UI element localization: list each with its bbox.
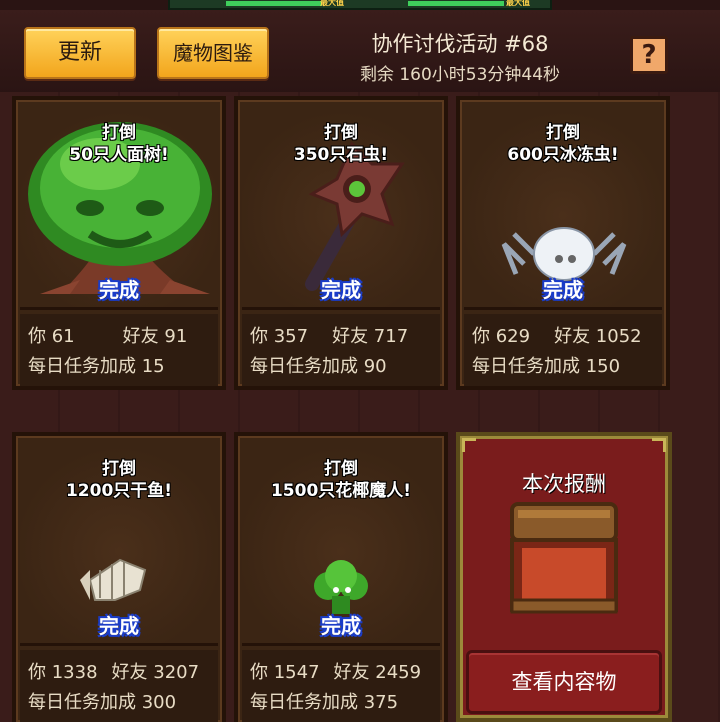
- view-contents-button[interactable]: 查看内容物: [466, 650, 662, 714]
- status-complete: 完成: [99, 614, 139, 638]
- card-stats: 你 1547 好友 2459 每日任务加成 375: [242, 650, 440, 722]
- task-text: 打倒 1200只干鱼!: [16, 458, 222, 502]
- frame-corner: [652, 438, 666, 452]
- your-kills: 你 357: [250, 326, 309, 347]
- treasure-chest-icon: [510, 502, 618, 614]
- status-complete: 完成: [321, 278, 361, 302]
- task-card[interactable]: 打倒 1200只干鱼! 完成 你 1338 好友 3207 每日任务加成 300: [12, 432, 226, 722]
- max-label-right: 最大值: [506, 0, 530, 7]
- task-card[interactable]: 打倒 1500只花椰魔人! 完成 你 1547 好友 2459 每日任务加成 375: [234, 432, 448, 722]
- task-verb: 打倒: [102, 123, 136, 143]
- your-kills: 你 1547: [250, 662, 320, 683]
- task-card[interactable]: 打倒 600只冰冻虫! 完成 你 629 好友 1052 每日任务加成 150: [456, 96, 670, 390]
- event-timer: 剩余 160小时53分钟44秒: [359, 65, 561, 85]
- task-verb: 打倒: [324, 123, 358, 143]
- friend-kills: 好友 2459: [333, 662, 422, 683]
- max-label-left: 最大值: [320, 0, 344, 7]
- task-verb: 打倒: [324, 459, 358, 479]
- task-target: 1200只干鱼!: [65, 481, 173, 501]
- event-title: 协作讨伐活动 #68: [371, 32, 549, 56]
- task-text: 打倒 350只石虫!: [238, 122, 444, 166]
- friend-kills: 好友 91: [122, 326, 188, 347]
- friend-kills: 好友 3207: [111, 662, 200, 683]
- progress-bar-right: [408, 1, 504, 6]
- status-complete: 完成: [99, 278, 139, 302]
- bestiary-button[interactable]: 魔物图鉴: [157, 27, 269, 79]
- task-verb: 打倒: [546, 123, 580, 143]
- reward-panel: 本次报酬 查看内容物: [456, 432, 672, 722]
- friend-kills: 好友 1052: [554, 326, 642, 347]
- question-icon[interactable]: ?: [630, 36, 668, 74]
- header-bar: 更新 魔物图鉴 协作讨伐活动 #68 剩余 160小时53分钟44秒 ?: [0, 10, 720, 94]
- your-kills: 你 61: [28, 326, 75, 347]
- card-stats: 你 357 好友 717 每日任务加成 90: [242, 314, 440, 386]
- your-kills: 你 1338: [28, 662, 98, 683]
- status-complete: 完成: [543, 278, 583, 302]
- card-stats: 你 1338 好友 3207 每日任务加成 300: [20, 650, 218, 722]
- task-verb: 打倒: [102, 459, 136, 479]
- task-card[interactable]: 打倒 350只石虫! 完成 你 357 好友 717 每日任务加成 90: [234, 96, 448, 390]
- frame-corner: [462, 438, 476, 452]
- status-complete: 完成: [321, 614, 361, 638]
- top-progress-strip: 最大值 最大值: [168, 0, 552, 10]
- refresh-button[interactable]: 更新: [24, 27, 136, 79]
- daily-bonus: 每日任务加成 90: [250, 356, 387, 377]
- progress-bar-left: [226, 1, 322, 6]
- task-target: 350只石虫!: [293, 145, 389, 165]
- friend-kills: 好友 717: [332, 326, 409, 347]
- task-text: 打倒 600只冰冻虫!: [460, 122, 666, 166]
- card-stats: 你 629 好友 1052 每日任务加成 150: [464, 314, 662, 386]
- daily-bonus: 每日任务加成 375: [250, 692, 399, 713]
- task-target: 1500只花椰魔人!: [270, 481, 412, 501]
- task-text: 打倒 50只人面树!: [16, 122, 222, 166]
- your-kills: 你 629: [472, 326, 531, 347]
- task-target: 50只人面树!: [69, 145, 169, 165]
- task-card[interactable]: 打倒 50只人面树! 完成 你 61 好友 91 每日任务加成 15: [12, 96, 226, 390]
- daily-bonus: 每日任务加成 15: [28, 356, 165, 377]
- task-text: 打倒 1500只花椰魔人!: [238, 458, 444, 502]
- daily-bonus: 每日任务加成 150: [472, 356, 621, 377]
- card-stats: 你 61 好友 91 每日任务加成 15: [20, 314, 218, 386]
- task-target: 600只冰冻虫!: [507, 145, 619, 165]
- reward-title: 本次报酬: [522, 472, 606, 496]
- daily-bonus: 每日任务加成 300: [28, 692, 177, 713]
